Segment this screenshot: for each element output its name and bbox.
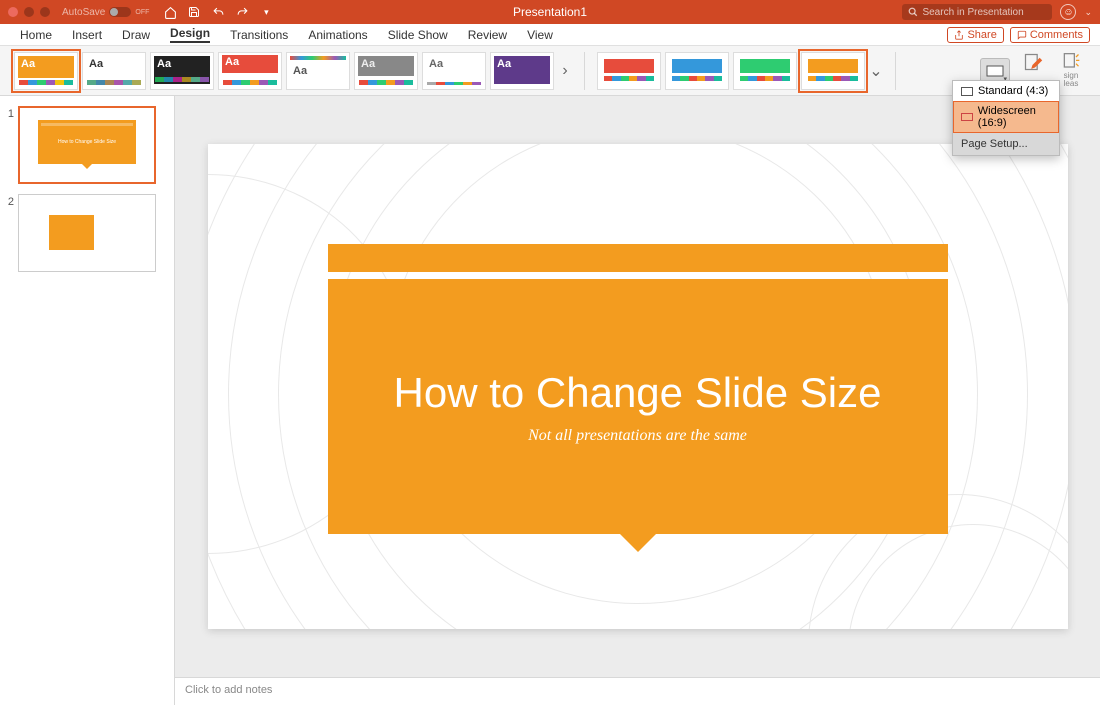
comments-button[interactable]: Comments [1010,27,1090,43]
slide-title-text: How to Change Slide Size [394,369,882,417]
ribbon-separator-2 [895,52,896,90]
theme-thumb-7[interactable]: Aa [422,52,486,90]
slide-accent-bar [328,244,948,272]
notes-placeholder: Click to add notes [185,684,272,696]
variant-thumb-4[interactable] [801,52,865,90]
quick-access-toolbar: ▾ [163,5,273,19]
slide-canvas[interactable]: How to Change Slide Size Not all present… [208,144,1068,629]
theme-thumb-3[interactable]: Aa [150,52,214,90]
tab-home[interactable]: Home [10,24,62,45]
close-window-button[interactable] [8,7,18,17]
undo-icon[interactable] [211,5,225,19]
themes-more-button[interactable]: › [558,52,572,90]
comments-label: Comments [1030,29,1083,41]
tab-slide-show[interactable]: Slide Show [378,24,458,45]
thumb-number: 2 [4,194,18,208]
search-icon [908,7,918,17]
chevron-down-icon[interactable]: ⌄ [1084,7,1092,18]
thumb-number: 1 [4,106,18,120]
slide-editor-area: How to Change Slide Size Not all present… [175,96,1100,705]
theme-thumb-6[interactable]: Aa [354,52,418,90]
callout-tail-icon [618,532,658,552]
share-button[interactable]: Share [947,27,1003,43]
tab-view[interactable]: View [517,24,563,45]
tab-transitions[interactable]: Transitions [220,24,298,45]
window-title: Presentation1 [513,5,587,19]
save-icon[interactable] [187,5,201,19]
tab-review[interactable]: Review [458,24,517,45]
thumb-row-2: 2 [0,192,174,280]
slide-size-dropdown: Standard (4:3) Widescreen (16:9) Page Se… [952,80,1060,156]
tab-design[interactable]: Design [160,24,220,45]
tab-animations[interactable]: Animations [298,24,377,45]
theme-thumb-5[interactable]: Aa [286,52,350,90]
slide-title-block[interactable]: How to Change Slide Size Not all present… [328,279,948,534]
search-placeholder: Search in Presentation [922,7,1023,18]
notes-input[interactable]: Click to add notes [175,677,1100,705]
variant-thumb-2[interactable] [665,52,729,90]
format-background-icon [1023,52,1043,72]
window-controls [8,7,50,17]
ribbon-design: Aa Aa Aa Aa Aa Aa Aa Aa › [0,46,1100,96]
minimize-window-button[interactable] [24,7,34,17]
slide-thumbnails-panel: 1 How to Change Slide Size 2 [0,96,175,705]
standard-ratio-icon [961,87,973,96]
autosave-state: OFF [135,9,149,16]
share-icon [954,30,964,40]
ribbon-separator [584,52,585,90]
tab-draw[interactable]: Draw [112,24,160,45]
slide-thumb-2[interactable] [18,194,156,272]
thumb-row-1: 1 How to Change Slide Size [0,104,174,192]
widescreen-ratio-icon [961,113,973,121]
dropdown-widescreen[interactable]: Widescreen (16:9) [953,101,1059,133]
theme-thumb-4[interactable]: Aa [218,52,282,90]
slide-size-icon [986,65,1004,77]
slide-subtitle-text: Not all presentations are the same [528,427,747,445]
customize-qat-icon[interactable]: ▾ [259,5,273,19]
variant-thumb-3[interactable] [733,52,797,90]
theme-thumb-2[interactable]: Aa [82,52,146,90]
variants-more-button[interactable]: ⌄ [869,52,883,90]
search-input[interactable]: Search in Presentation [902,4,1052,20]
dropdown-standard[interactable]: Standard (4:3) [953,81,1059,101]
redo-icon[interactable] [235,5,249,19]
main-area: 1 How to Change Slide Size 2 [0,96,1100,705]
theme-thumb-8[interactable]: Aa [490,52,554,90]
theme-thumb-1[interactable]: Aa [14,52,78,90]
home-icon[interactable] [163,5,177,19]
autosave-label: AutoSave [62,7,105,18]
ribbon-tabs: Home Insert Draw Design Transitions Anim… [0,24,1100,46]
slide-thumb-1[interactable]: How to Change Slide Size [18,106,156,184]
maximize-window-button[interactable] [40,7,50,17]
autosave-toggle[interactable]: AutoSave OFF [62,7,149,18]
design-ideas-button[interactable]: sign leas [1056,52,1086,90]
user-icon[interactable]: ☺ [1060,4,1076,20]
titlebar: AutoSave OFF ▾ Presentation1 Search in P… [0,0,1100,24]
slide-canvas-wrap: How to Change Slide Size Not all present… [175,96,1100,677]
comments-icon [1017,30,1027,40]
dropdown-page-setup[interactable]: Page Setup... [953,133,1059,155]
variant-thumb-1[interactable] [597,52,661,90]
design-ideas-icon [1061,52,1081,72]
tab-insert[interactable]: Insert [62,24,112,45]
share-label: Share [967,29,996,41]
